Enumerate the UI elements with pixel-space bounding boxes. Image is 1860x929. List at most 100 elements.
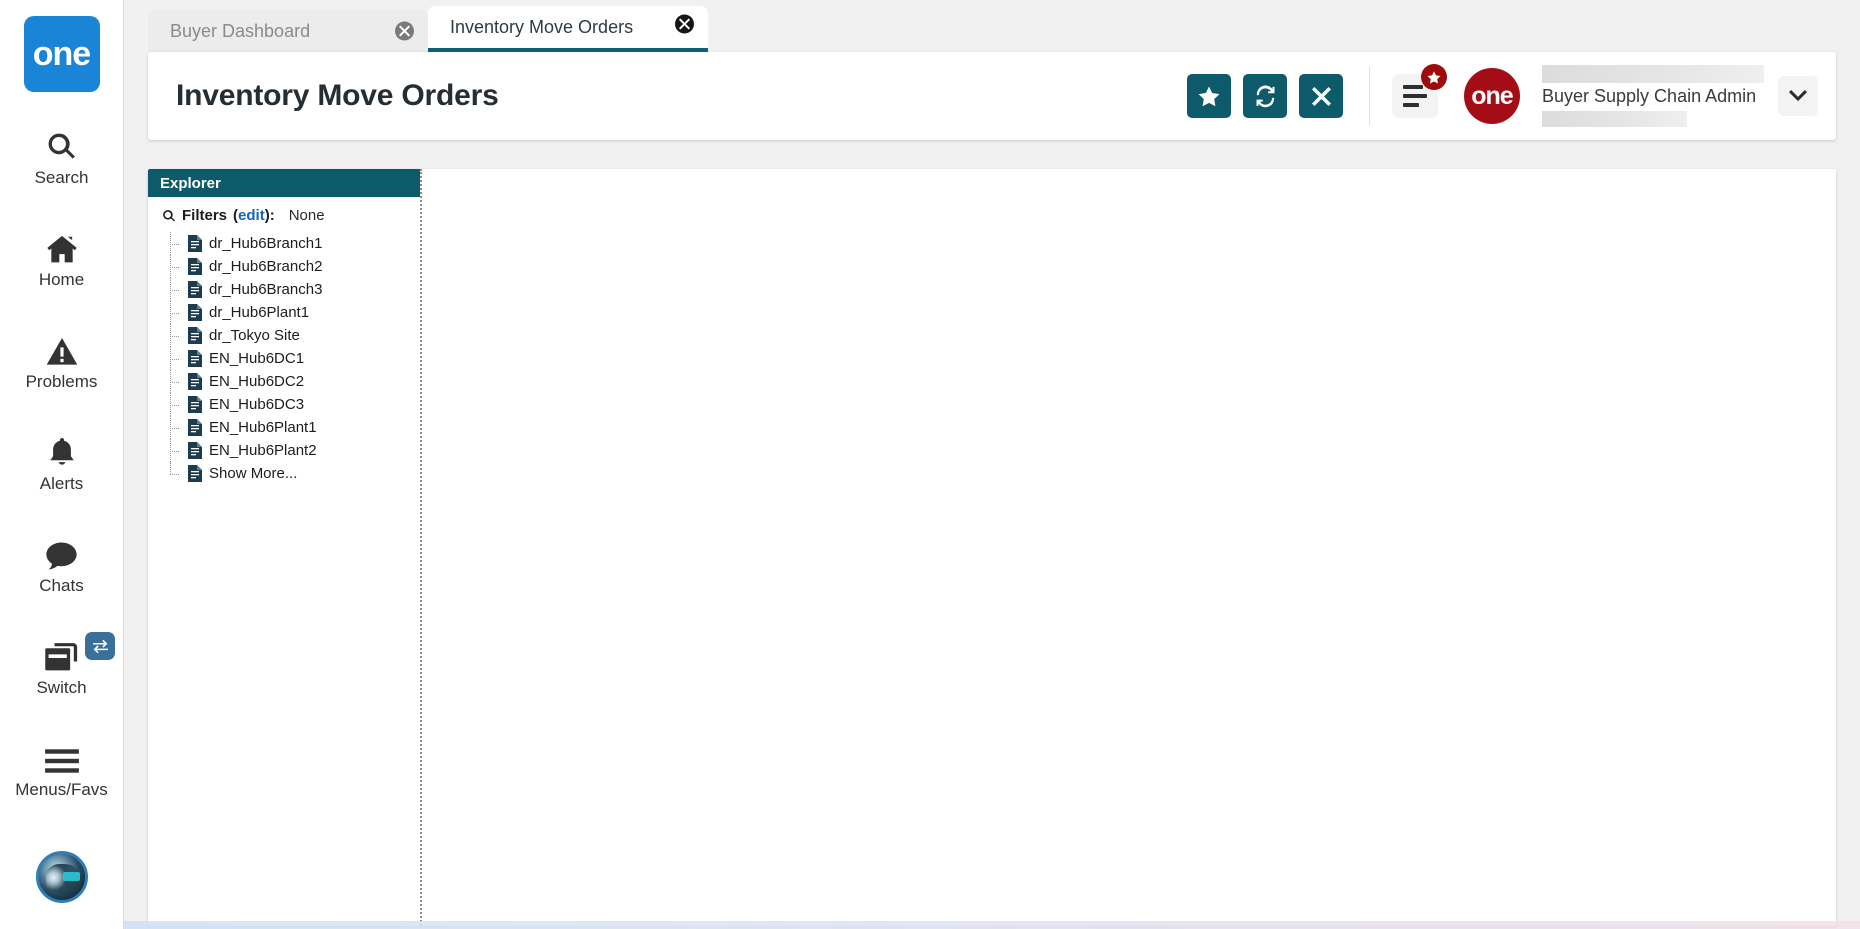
tree-item-label: EN_Hub6Plant1 <box>209 419 317 436</box>
tree-item-label: dr_Hub6Plant1 <box>209 304 310 321</box>
tree-item-label: dr_Hub6Branch2 <box>209 258 323 275</box>
bottom-chrome-strip <box>124 921 1860 929</box>
filters-edit-wrap: (edit): <box>233 207 275 224</box>
tree-item-label: EN_Hub6DC1 <box>209 350 305 367</box>
close-page-button[interactable] <box>1299 74 1343 118</box>
tab-inventory-move-orders[interactable]: Inventory Move Orders <box>428 6 708 52</box>
filters-colon: : <box>269 207 275 224</box>
chat-bubble-icon <box>45 536 78 570</box>
close-circle-icon[interactable] <box>675 14 694 34</box>
tree-item[interactable]: EN_Hub6DC2 <box>166 370 420 393</box>
tree-item[interactable]: EN_Hub6Plant2 <box>166 439 420 462</box>
sidebar-item-label: Problems <box>25 372 98 391</box>
robot-avatar-icon[interactable] <box>36 851 88 903</box>
user-info-block[interactable]: Buyer Supply Chain Admin <box>1532 65 1764 127</box>
user-zone: one Buyer Supply Chain Admin <box>1392 64 1836 127</box>
refresh-button[interactable] <box>1243 74 1287 118</box>
filters-value: None <box>288 207 325 224</box>
tab-label: Buyer Dashboard <box>170 20 311 41</box>
user-menu-dropdown-button[interactable] <box>1778 76 1818 116</box>
menus-favs-button[interactable] <box>1392 64 1447 118</box>
tree-item-label: Show More... <box>209 465 298 482</box>
favorite-button[interactable] <box>1187 74 1231 118</box>
main-column: Buyer Dashboard Inventory Move Orders In… <box>124 0 1860 929</box>
sidebar-item-alerts[interactable]: Alerts <box>0 424 123 502</box>
left-nav-rail: one Search Home Problems Alerts Chats Sw… <box>0 0 124 929</box>
sidebar-item-menus-favs[interactable]: Menus/Favs <box>0 730 123 808</box>
document-icon <box>188 419 202 436</box>
tree-item-label: dr_Tokyo Site <box>209 327 300 344</box>
tree-item[interactable]: EN_Hub6Plant1 <box>166 416 420 439</box>
menu-lines-icon <box>1403 103 1419 107</box>
page-header-card: Inventory Move Orders one Buyer Supply C… <box>148 52 1836 140</box>
sidebar-item-chats[interactable]: Chats <box>0 526 123 604</box>
header-action-buttons <box>1187 74 1351 118</box>
search-icon <box>162 209 176 223</box>
document-icon <box>188 281 202 298</box>
chevron-down-icon <box>1789 90 1807 102</box>
document-icon <box>188 327 202 344</box>
star-icon <box>1198 86 1220 107</box>
one-network-logo-button[interactable]: one <box>23 16 100 92</box>
tree-item[interactable]: dr_Hub6Branch3 <box>166 278 420 301</box>
document-icon <box>188 350 202 367</box>
sidebar-item-switch[interactable]: Switch <box>0 628 123 706</box>
document-icon <box>188 235 202 252</box>
document-icon <box>188 258 202 275</box>
tree-item-label: EN_Hub6DC3 <box>209 396 305 413</box>
sidebar-item-label: Home <box>38 270 85 289</box>
warning-triangle-icon <box>46 332 78 366</box>
transfer-arrows-icon[interactable] <box>85 632 115 660</box>
tree-item[interactable]: EN_Hub6DC1 <box>166 347 420 370</box>
sidebar-item-search[interactable]: Search <box>0 118 123 196</box>
tree-item[interactable]: dr_Hub6Plant1 <box>166 301 420 324</box>
tree-item-label: dr_Hub6Branch1 <box>209 235 323 252</box>
explorer-tree: dr_Hub6Branch1 dr_Hub6Branch2 dr_Hub6Bra… <box>148 228 420 485</box>
rail-items-list: Search Home Problems Alerts Chats Switch… <box>0 118 123 832</box>
explorer-panel-title: Explorer <box>148 169 420 197</box>
sidebar-item-problems[interactable]: Problems <box>0 322 123 400</box>
sidebar-item-label: Alerts <box>39 474 84 493</box>
tree-item[interactable]: dr_Hub6Branch1 <box>166 232 420 255</box>
document-icon <box>188 442 202 459</box>
one-network-header-logo: one <box>1464 68 1520 124</box>
header-divider <box>1369 66 1370 126</box>
menu-lines-icon <box>1403 85 1423 89</box>
page-title: Inventory Move Orders <box>176 79 499 112</box>
tab-label: Inventory Move Orders <box>450 16 634 37</box>
filters-edit-link[interactable]: edit <box>238 207 265 224</box>
tree-item-label: dr_Hub6Branch3 <box>209 281 323 298</box>
rail-logo-text: one <box>32 35 91 73</box>
content-card: Explorer Filters (edit): None dr_Hub6Bra… <box>148 169 1836 926</box>
menu-lines-icon <box>1403 94 1427 98</box>
tree-item-label: EN_Hub6DC2 <box>209 373 305 390</box>
redacted-bar-top <box>1542 65 1764 83</box>
avatar-visor-shape <box>63 872 80 881</box>
tree-item[interactable]: dr_Hub6Branch2 <box>166 255 420 278</box>
explorer-panel: Explorer Filters (edit): None dr_Hub6Bra… <box>148 169 422 926</box>
sidebar-item-label: Search <box>34 168 89 187</box>
filters-label: Filters <box>182 207 228 224</box>
refresh-icon <box>1254 85 1277 108</box>
sidebar-item-label: Menus/Favs <box>15 780 108 799</box>
redacted-bar-bottom <box>1542 111 1687 127</box>
header-logo-text: one <box>1471 81 1513 110</box>
sidebar-item-home[interactable]: Home <box>0 220 123 298</box>
close-circle-icon[interactable] <box>395 21 414 41</box>
favorites-star-badge <box>1421 64 1447 90</box>
document-icon <box>188 396 202 413</box>
explorer-empty-space <box>148 485 420 926</box>
user-role-name: Buyer Supply Chain Admin <box>1542 85 1757 106</box>
hamburger-icon <box>44 740 79 774</box>
document-icon <box>188 465 202 482</box>
bell-icon <box>48 434 76 468</box>
tab-buyer-dashboard[interactable]: Buyer Dashboard <box>148 10 428 52</box>
tree-item[interactable]: EN_Hub6DC3 <box>166 393 420 416</box>
document-icon <box>188 304 202 321</box>
app-root: one Search Home Problems Alerts Chats Sw… <box>0 0 1860 929</box>
sidebar-item-label: Switch <box>36 678 87 697</box>
tree-item[interactable]: dr_Tokyo Site <box>166 324 420 347</box>
tab-strip: Buyer Dashboard Inventory Move Orders <box>124 0 1860 52</box>
tree-item-show-more[interactable]: Show More... <box>166 462 420 485</box>
document-icon <box>188 373 202 390</box>
